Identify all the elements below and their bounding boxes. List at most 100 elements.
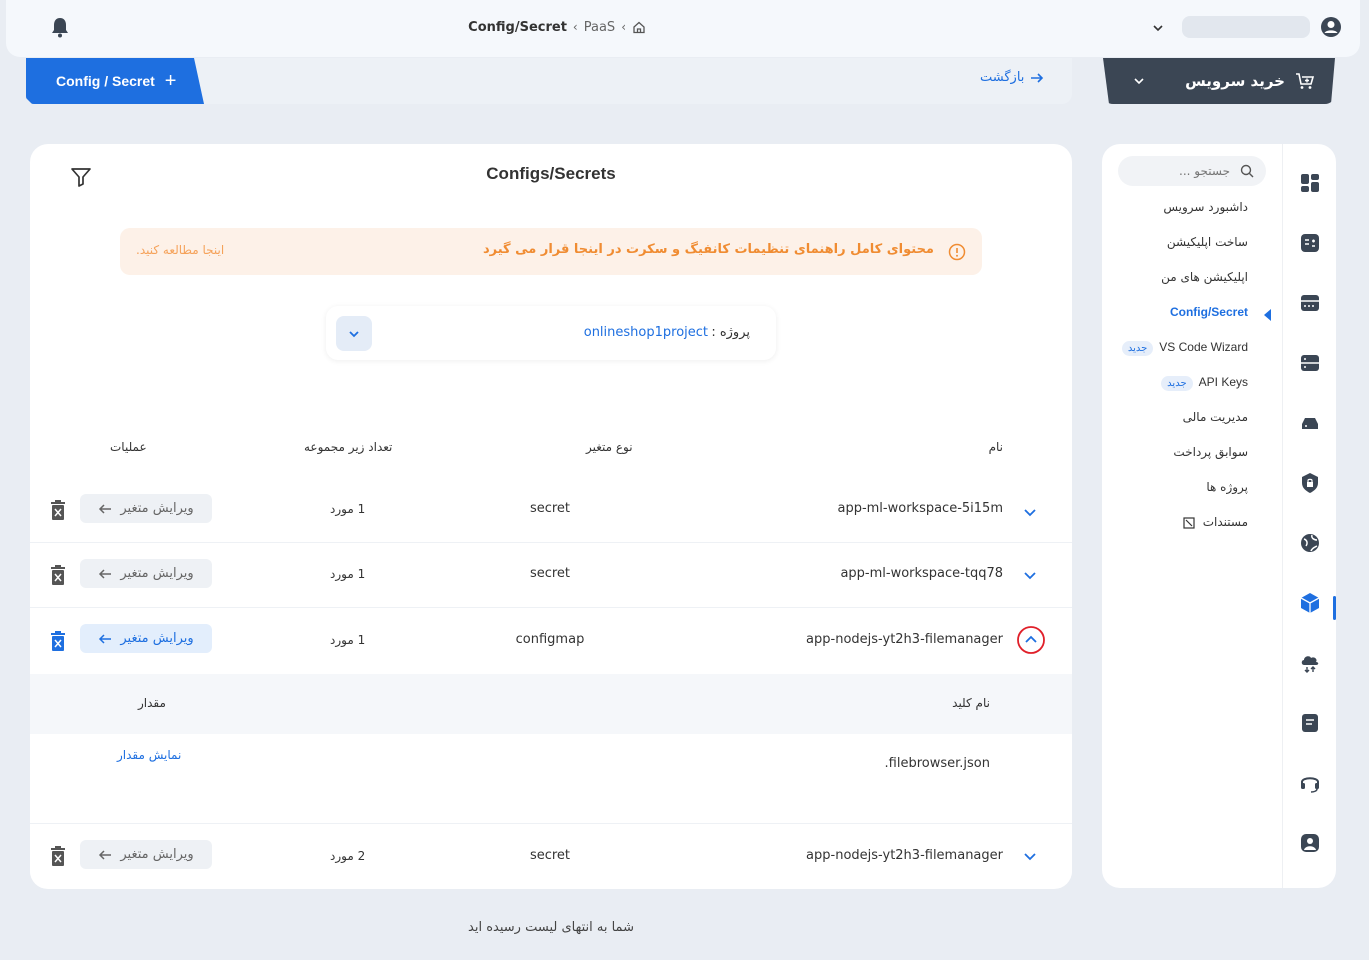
page-title: Configs/Secrets <box>486 164 616 183</box>
edit-variable-button[interactable]: ویرایش متغیر <box>80 494 212 523</box>
icon-rail <box>1282 144 1336 888</box>
ticket-icon[interactable] <box>1299 712 1321 734</box>
edit-label: ویرایش متغیر <box>120 566 194 581</box>
sidebar-item-dashboard[interactable]: داشبورد سرویس <box>1163 200 1248 214</box>
active-pointer <box>1264 309 1271 321</box>
sidebar-item-config-secret[interactable]: Config/Secret <box>1170 305 1248 319</box>
headset-icon[interactable] <box>1299 772 1321 794</box>
top-bar: ‹ PaaS ‹ Config/Secret <box>6 0 1360 57</box>
cloud-sync-icon[interactable] <box>1299 652 1321 674</box>
home-icon[interactable] <box>632 20 646 34</box>
show-value-link[interactable]: نمایش مقدار <box>117 748 181 762</box>
breadcrumb: ‹ PaaS ‹ Config/Secret <box>456 17 646 37</box>
sidebar-item-projects[interactable]: پروژه ها <box>1206 480 1248 494</box>
row-count: 1 مورد <box>330 633 366 647</box>
info-icon <box>948 243 966 261</box>
chevron-left-icon: ‹ <box>621 20 626 34</box>
server-icon[interactable] <box>1299 352 1321 374</box>
row-count: 1 مورد <box>330 567 366 581</box>
row-name: app-nodejs-yt2h3-filemanager <box>806 848 1003 863</box>
row-count: 1 مورد <box>330 502 366 516</box>
delete-icon[interactable] <box>50 846 66 866</box>
row-type: secret <box>529 566 571 581</box>
breadcrumb-paas[interactable]: PaaS <box>584 20 615 35</box>
collapse-chevron-icon[interactable] <box>1016 625 1046 655</box>
sidebar-item-my-apps[interactable]: اپلیکیشن های من <box>1161 270 1248 284</box>
bell-icon[interactable] <box>50 16 70 38</box>
project-dropdown-button[interactable] <box>336 316 372 351</box>
search-input[interactable] <box>1118 156 1238 186</box>
search-icon <box>1240 164 1254 178</box>
arrow-right-icon <box>1031 72 1044 83</box>
column-count: تعداد زیر مجموعه <box>304 440 393 454</box>
sidebar-item-label: مستندات <box>1202 515 1248 529</box>
cloud-drive-icon[interactable] <box>1299 412 1321 434</box>
key-name-header: نام کلید <box>952 696 990 710</box>
add-config-secret-label: Config / Secret <box>56 73 155 89</box>
sidebar-item-payments[interactable]: سوابق پرداخت <box>1173 445 1248 459</box>
row-type: secret <box>529 848 571 863</box>
chevron-down-icon <box>1134 78 1144 85</box>
sidebar: داشبورد سرویس ساخت اپلیکیشن اپلیکیشن های… <box>1102 144 1336 888</box>
row-name: app-nodejs-yt2h3-filemanager <box>806 632 1003 647</box>
shield-lock-icon[interactable] <box>1299 472 1321 494</box>
sidebar-item-label: API Keys <box>1198 375 1248 389</box>
sidebar-item-api-keys[interactable]: API Keys جدید <box>1161 375 1248 391</box>
column-type: نوع متغیر <box>586 440 633 454</box>
expanded-details: نام کلید مقدار .filebrowser.json نمایش م… <box>30 674 1072 824</box>
expand-chevron-icon[interactable] <box>1018 844 1042 868</box>
table-row: app-ml-workspace-tqq78 secret 1 مورد ویر… <box>30 543 1072 607</box>
add-config-secret-button[interactable]: Config / Secret + <box>26 58 204 104</box>
info-alert: محتوای کامل راهنمای تنظیمات کانفیگ و سکر… <box>120 228 982 275</box>
alert-read-link[interactable]: اینجا مطالعه کنید. <box>136 243 224 257</box>
edit-variable-button[interactable]: ویرایش متغیر <box>80 840 212 869</box>
buy-service-label: خرید سرویس <box>1185 72 1285 90</box>
dashboard-icon[interactable] <box>1299 172 1321 194</box>
row-count: 2 مورد <box>330 849 366 863</box>
external-link-icon <box>1183 516 1195 529</box>
back-link[interactable]: بازگشت <box>980 70 1044 85</box>
configs-card: Configs/Secrets محتوای کامل راهنمای تنظی… <box>30 144 1072 889</box>
sidebar-item-label: VS Code Wizard <box>1159 340 1248 354</box>
new-badge: جدید <box>1121 341 1154 356</box>
arrow-left-icon <box>99 633 112 644</box>
arrow-left-icon <box>99 568 112 579</box>
new-badge: جدید <box>1161 376 1193 391</box>
sidebar-item-create-app[interactable]: ساخت اپلیکیشن <box>1167 235 1248 249</box>
edit-variable-button[interactable]: ویرایش متغیر <box>80 559 212 588</box>
delete-icon[interactable] <box>50 500 66 520</box>
table-row: app-nodejs-yt2h3-filemanager secret 2 مو… <box>30 824 1072 888</box>
expand-chevron-icon[interactable] <box>1018 500 1042 524</box>
filter-icon[interactable] <box>70 166 92 188</box>
user-menu[interactable] <box>1146 14 1346 42</box>
alert-message: محتوای کامل راهنمای تنظیمات کانفیگ و سکر… <box>482 242 934 257</box>
table-row: app-ml-workspace-5i15m secret 1 مورد ویر… <box>30 478 1072 542</box>
project-value: onlineshop1project <box>583 325 708 340</box>
my-apps-icon[interactable] <box>1299 292 1321 314</box>
sub-table-row: .filebrowser.json نمایش مقدار <box>30 734 1072 824</box>
delete-icon[interactable] <box>50 631 66 651</box>
value-header: مقدار <box>138 696 166 710</box>
sidebar-search[interactable] <box>1118 156 1266 186</box>
arrow-left-icon <box>99 503 112 514</box>
sidebar-item-docs[interactable]: مستندات <box>1183 515 1248 529</box>
sidebar-item-vscode-wizard[interactable]: VS Code Wizard جدید <box>1121 340 1248 356</box>
project-select[interactable]: پروژه : onlineshop1project <box>326 306 776 360</box>
globe-icon[interactable] <box>1299 532 1321 554</box>
chevron-down-icon[interactable] <box>1152 22 1164 34</box>
expand-chevron-icon[interactable] <box>1018 563 1042 587</box>
package-icon[interactable] <box>1299 592 1321 614</box>
edit-label: ویرایش متغیر <box>120 847 194 862</box>
profile-icon[interactable] <box>1299 832 1321 854</box>
row-name: app-ml-workspace-5i15m <box>837 501 1003 516</box>
project-label: پروژه : <box>711 325 750 340</box>
edit-variable-button[interactable]: ویرایش متغیر <box>80 624 212 653</box>
sub-table-header: نام کلید مقدار <box>30 674 1072 734</box>
delete-icon[interactable] <box>50 565 66 585</box>
cart-add-icon <box>1296 73 1315 89</box>
column-name: نام <box>988 440 1003 454</box>
sidebar-item-finance[interactable]: مدیریت مالی <box>1183 410 1248 424</box>
buy-service-button[interactable]: خرید سرویس <box>1103 58 1335 104</box>
create-app-icon[interactable] <box>1299 232 1321 254</box>
user-avatar-icon[interactable] <box>1320 16 1342 38</box>
